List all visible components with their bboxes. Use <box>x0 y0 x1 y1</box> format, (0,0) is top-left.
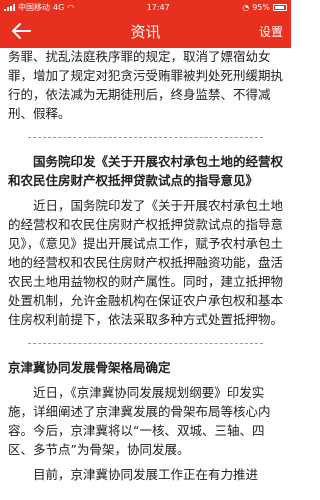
clock: 17:47 <box>146 2 170 12</box>
article-content: 务罪、扰乱法庭秩序罪的规定，取消了嫖宿幼女罪，增加了规定对犯贪污受贿罪被判处死刑… <box>0 47 291 484</box>
network-label: 4G <box>53 2 65 12</box>
section-body: 近日，《京津冀协同发展规划纲要》印发实施，详细阐述了京津冀发展的骨架布局等核心内… <box>8 385 271 457</box>
intro-paragraph: 务罪、扰乱法庭秩序罪的规定，取消了嫖宿幼女罪，增加了规定对犯贪污受贿罪被判处死刑… <box>8 49 284 121</box>
carrier-label: 中国移动 <box>18 2 50 12</box>
section-headline: 京津冀协同发展骨架格局确定 <box>8 360 171 375</box>
settings-button[interactable]: 设置 <box>259 14 283 48</box>
alarm-icon: ◔ <box>242 2 250 12</box>
status-bar: 中国移动 4G ◠ 17:47 ◔ 95% <box>0 0 291 14</box>
battery-icon <box>272 3 287 11</box>
section-headline: 国务院印发《关于开展农村承包土地的经营权和农民住房财产权抵押贷款试点的指导意见》 <box>8 154 284 188</box>
signal-icon <box>4 3 15 11</box>
section-body: 近日，国务院印发了《关于开展农村承包土地的经营权和农民住房财产权抵押贷款试点的指… <box>8 198 284 327</box>
back-arrow-icon[interactable] <box>8 18 34 44</box>
app-bar: 资讯 设置 <box>0 14 291 48</box>
truncated-paragraph: 目前，京津冀协同发展工作正在有力推进 <box>33 467 259 482</box>
divider <box>28 137 263 138</box>
battery-label: 95% <box>252 2 270 12</box>
wifi-icon: ◠ <box>67 2 75 12</box>
divider <box>28 343 263 344</box>
page-title: 资讯 <box>130 22 161 41</box>
